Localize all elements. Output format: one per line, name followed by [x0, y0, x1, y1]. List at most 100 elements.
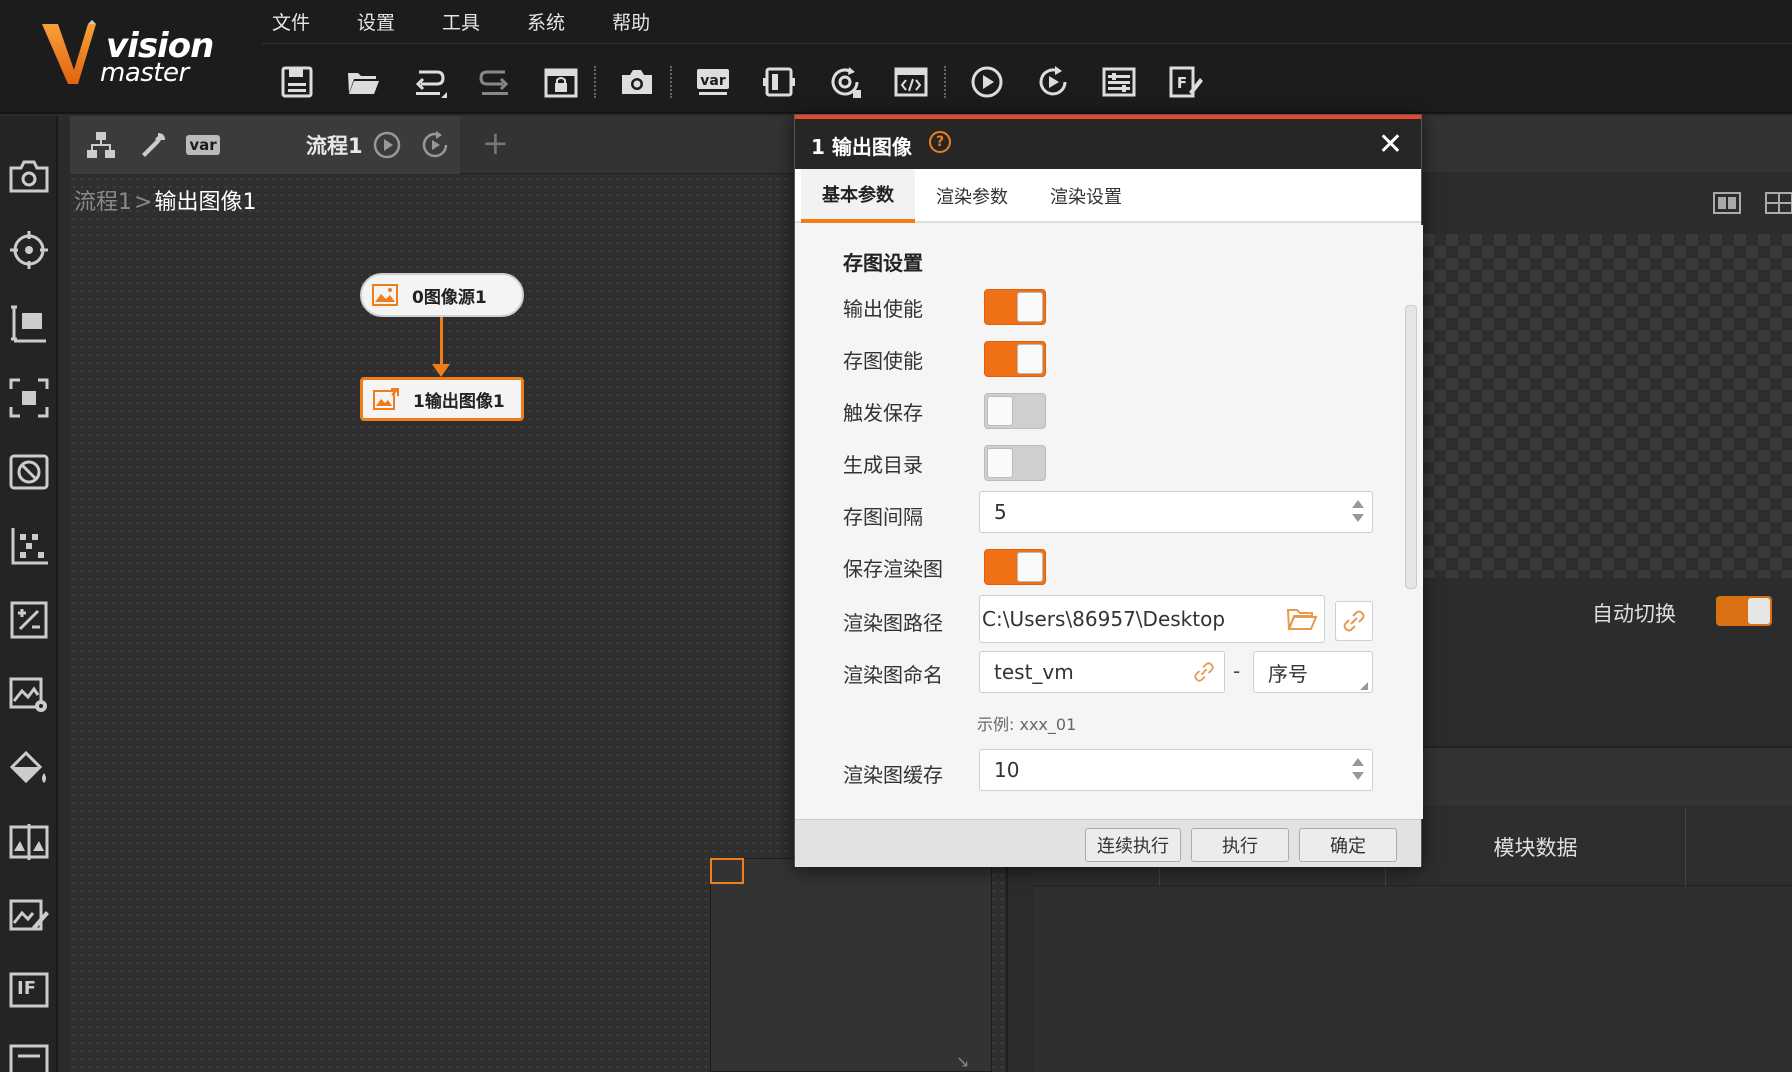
run-loop-button[interactable]	[1028, 57, 1078, 107]
gen-dir-toggle[interactable]	[984, 445, 1046, 481]
lock-button[interactable]	[536, 57, 586, 107]
folder-browse-icon[interactable]	[1286, 606, 1318, 632]
run-once-icon	[971, 66, 1003, 98]
render-path-input[interactable]: C:\Users\86957\Desktop	[979, 595, 1325, 643]
mini-map[interactable]	[710, 858, 992, 1072]
sidebar-image-edit[interactable]	[5, 892, 53, 940]
flow-node-image-source[interactable]: 0图像源1	[360, 273, 524, 317]
execute-button[interactable]: 执行	[1191, 828, 1289, 862]
sidebar-fill[interactable]	[5, 744, 53, 792]
redo-icon	[479, 70, 509, 95]
toggle-knob	[1748, 598, 1770, 624]
sidebar-arithmetic[interactable]	[5, 596, 53, 644]
save-interval-value: 5	[994, 500, 1007, 524]
col-module-data[interactable]: 模块数据	[1386, 808, 1686, 886]
process-run-once-button[interactable]	[370, 128, 404, 162]
report-button[interactable]: F	[1160, 57, 1210, 107]
sidebar-more[interactable]	[5, 1038, 53, 1072]
list-settings-button[interactable]	[1094, 57, 1144, 107]
render-name-suffix-select[interactable]: 序号	[1253, 651, 1373, 693]
mini-map-viewport[interactable]	[710, 858, 744, 884]
save-button[interactable]	[272, 57, 322, 107]
split-view-icon[interactable]	[1712, 190, 1742, 216]
refresh-target-button[interactable]	[820, 57, 870, 107]
sidebar-image-settings[interactable]	[5, 670, 53, 718]
toggle-knob	[987, 448, 1013, 478]
camera-button[interactable]	[612, 57, 662, 107]
undo-button[interactable]	[404, 57, 454, 107]
flow-node-output-image[interactable]: 1输出图像1	[360, 377, 524, 421]
sidebar-grid-points[interactable]	[5, 522, 53, 570]
code-icon	[894, 67, 928, 97]
variable-icon: var	[186, 135, 220, 155]
trigger-save-toggle[interactable]	[984, 393, 1046, 429]
dialog-title-bar[interactable]: 1 输出图像 ? ✕	[795, 119, 1421, 169]
dialog-tab-bar: 基本参数 渲染参数 渲染设置	[795, 169, 1421, 223]
menu-settings[interactable]: 设置	[357, 8, 395, 35]
menu-tools[interactable]: 工具	[442, 8, 480, 35]
open-button[interactable]	[338, 57, 388, 107]
save-enable-toggle[interactable]	[984, 341, 1046, 377]
render-path-link-button[interactable]	[1335, 601, 1373, 641]
tab-render-settings[interactable]: 渲染设置	[1029, 169, 1143, 223]
spinner-arrows-icon[interactable]	[1352, 758, 1364, 782]
menu-help[interactable]: 帮助	[612, 8, 650, 35]
sidebar-measure[interactable]	[5, 300, 53, 348]
help-icon[interactable]: ?	[929, 131, 951, 153]
process-tab-label: 流程1	[306, 134, 363, 158]
process-tool-button[interactable]	[136, 128, 170, 162]
node-label: 1输出图像1	[413, 391, 505, 412]
toolbar-separator	[594, 66, 596, 98]
process-tree-button[interactable]	[84, 128, 118, 162]
render-cache-label: 渲染图缓存	[843, 763, 943, 787]
sidebar-compare[interactable]	[5, 818, 53, 866]
resize-grip-icon[interactable]: ↘	[956, 1052, 969, 1071]
continuous-run-button[interactable]: 连续执行	[1085, 828, 1181, 862]
save-interval-input[interactable]: 5	[979, 491, 1373, 533]
tab-basic-params[interactable]: 基本参数	[801, 169, 915, 223]
add-process-button[interactable]: +	[482, 124, 509, 162]
run-once-button[interactable]	[962, 57, 1012, 107]
output-enable-toggle[interactable]	[984, 289, 1046, 325]
menu-file[interactable]: 文件	[272, 8, 310, 35]
edit-report-icon: F	[1169, 66, 1203, 98]
more-icon	[9, 1044, 49, 1072]
render-name-input[interactable]: test_vm	[979, 651, 1225, 693]
auto-switch-toggle[interactable]	[1716, 596, 1772, 626]
script-button[interactable]	[886, 57, 936, 107]
spinner-arrows-icon[interactable]	[1352, 500, 1364, 524]
compare-icon	[9, 824, 49, 860]
dialog-footer: 连续执行 执行 确定	[795, 819, 1421, 867]
confirm-button[interactable]: 确定	[1299, 828, 1397, 862]
process-variable-button[interactable]: var	[186, 128, 220, 162]
breadcrumb-root[interactable]: 流程1	[74, 190, 132, 215]
sidebar-calibration[interactable]	[5, 448, 53, 496]
toggle-knob	[1017, 552, 1043, 582]
open-folder-icon	[348, 73, 379, 94]
toggle-knob	[1017, 344, 1043, 374]
link-icon[interactable]	[1192, 660, 1216, 684]
render-cache-input[interactable]: 10	[979, 749, 1373, 791]
run-loop-icon	[422, 131, 448, 158]
tab-render-params[interactable]: 渲染参数	[915, 169, 1029, 223]
process-run-loop-button[interactable]	[418, 128, 452, 162]
menu-system[interactable]: 系统	[527, 8, 565, 35]
redo-button[interactable]	[470, 57, 520, 107]
wrench-icon	[142, 133, 165, 157]
sidebar-locate[interactable]	[5, 226, 53, 274]
close-icon[interactable]: ✕	[1378, 127, 1403, 162]
variable-button[interactable]: var	[688, 57, 738, 107]
app-logo: vision master	[40, 18, 220, 90]
sidebar-roi[interactable]	[5, 374, 53, 422]
device-button[interactable]	[754, 57, 804, 107]
dialog-title: 1 输出图像	[811, 135, 912, 159]
measure-icon	[11, 305, 46, 343]
grid-view-icon[interactable]	[1764, 190, 1792, 216]
image-canvas[interactable]	[1422, 234, 1792, 578]
sidebar-if[interactable]: IF	[5, 966, 53, 1014]
lock-icon	[544, 68, 578, 98]
sidebar-image-source[interactable]	[5, 152, 53, 200]
save-render-toggle[interactable]	[984, 549, 1046, 585]
dialog-scrollbar[interactable]	[1405, 305, 1417, 589]
save-render-label: 保存渲染图	[843, 557, 943, 581]
